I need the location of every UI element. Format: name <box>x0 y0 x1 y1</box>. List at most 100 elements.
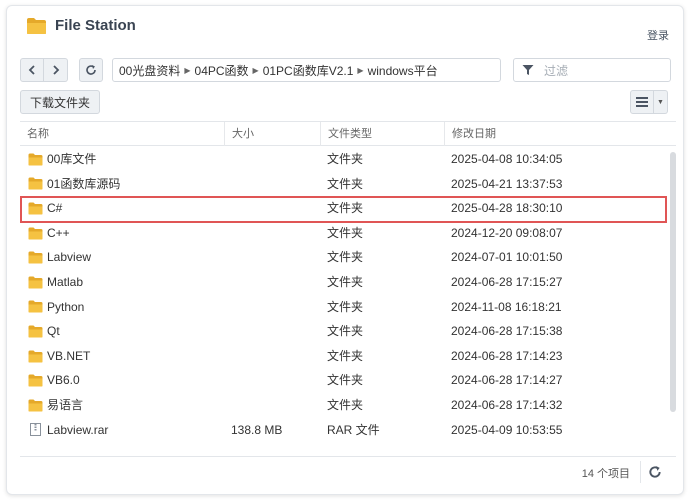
folder-icon <box>28 374 43 387</box>
forward-button[interactable] <box>44 58 68 82</box>
folder-icon <box>28 177 43 190</box>
title-bar: File Station 登录 <box>7 6 683 46</box>
caret-down-icon: ▼ <box>657 98 664 106</box>
table-row[interactable]: 01函数库源码 文件夹 2025-04-21 13:37:53 <box>20 172 665 197</box>
file-modified: 2024-12-20 09:08:07 <box>451 225 563 240</box>
file-modified: 2024-06-28 17:15:27 <box>451 274 563 289</box>
column-header-modified[interactable]: 修改日期 <box>444 122 676 146</box>
file-modified: 2025-04-28 18:30:10 <box>451 201 563 216</box>
file-type: 文件夹 <box>327 274 364 289</box>
folder-icon <box>28 276 43 289</box>
list-view-icon <box>636 97 648 107</box>
file-name-cell: VB.NET <box>28 344 90 369</box>
file-modified: 2025-04-09 10:53:55 <box>451 422 563 437</box>
footer-divider <box>640 461 641 483</box>
file-modified: 2024-07-01 10:01:50 <box>451 250 563 265</box>
folder-icon <box>28 300 43 313</box>
file-name: C# <box>47 201 63 216</box>
file-name-cell: 易语言 <box>28 393 83 418</box>
chevron-right-icon: ▶ <box>184 65 191 75</box>
file-type: RAR 文件 <box>327 422 380 437</box>
file-modified: 2024-06-28 17:15:38 <box>451 324 563 339</box>
file-type: 文件夹 <box>327 250 364 265</box>
archive-file-icon <box>30 423 41 437</box>
file-name-cell: VB6.0 <box>28 368 80 393</box>
table-row[interactable]: VB6.0 文件夹 2024-06-28 17:14:27 <box>20 368 665 393</box>
folder-icon <box>27 18 46 34</box>
view-mode-button[interactable] <box>630 90 654 114</box>
chevron-right-icon: ▶ <box>357 65 364 75</box>
file-name: Labview <box>47 250 92 265</box>
breadcrumb: 00光盘资料 ▶ 04PC函数 ▶ 01PC函数库V2.1 ▶ windows平… <box>112 58 501 82</box>
file-type: 文件夹 <box>327 152 364 166</box>
file-modified: 2024-06-28 17:14:32 <box>451 397 563 412</box>
table-row[interactable]: Labview 文件夹 2024-07-01 10:01:50 <box>20 245 665 270</box>
file-size: 138.8 MB <box>231 422 283 437</box>
file-name-cell: 01函数库源码 <box>28 172 120 197</box>
file-name-cell: C++ <box>28 221 70 246</box>
filter-icon <box>522 65 534 75</box>
table-row[interactable]: 00库文件 文件夹 2025-04-08 10:34:05 <box>20 147 665 172</box>
status-bar: 14 个项目 <box>7 458 683 486</box>
folder-icon <box>28 325 43 338</box>
table-row[interactable]: C# 文件夹 2025-04-28 18:30:10 <box>20 196 667 223</box>
table-row[interactable]: Python 文件夹 2024-11-08 16:18:21 <box>20 295 665 320</box>
file-name: Qt <box>47 324 60 339</box>
table-row[interactable]: VB.NET 文件夹 2024-06-28 17:14:23 <box>20 344 665 369</box>
chevron-right-icon: ▶ <box>252 65 259 75</box>
file-name: Matlab <box>47 274 84 289</box>
file-name: 01函数库源码 <box>47 176 121 191</box>
view-mode-dropdown[interactable]: ▼ <box>654 90 668 114</box>
folder-icon <box>28 350 43 363</box>
table-header: 名称 大小 文件类型 修改日期 <box>20 122 676 146</box>
refresh-button[interactable] <box>79 58 103 82</box>
back-button[interactable] <box>20 58 44 82</box>
file-station-window: File Station 登录 00光盘资料 ▶ 04PC函数 ▶ 01PC函数… <box>6 5 684 495</box>
file-name-cell: Matlab <box>28 270 83 295</box>
download-folder-button[interactable]: 下载文件夹 <box>20 90 100 114</box>
action-row: 下载文件夹 ▼ <box>7 90 683 114</box>
breadcrumb-item[interactable]: windows平台 <box>368 62 438 79</box>
file-type: 文件夹 <box>327 176 364 191</box>
file-name-cell: Labview.rar <box>28 418 108 443</box>
app-title: File Station <box>55 17 136 34</box>
breadcrumb-item[interactable]: 00光盘资料 <box>119 62 180 79</box>
login-link[interactable]: 登录 <box>647 27 669 43</box>
breadcrumb-item[interactable]: 01PC函数库V2.1 <box>263 62 354 79</box>
refresh-icon <box>86 65 96 75</box>
chevron-left-icon <box>28 65 35 75</box>
chevron-right-icon <box>52 65 59 75</box>
refresh-icon[interactable] <box>648 465 662 479</box>
column-header-type[interactable]: 文件类型 <box>320 122 444 146</box>
file-modified: 2024-06-28 17:14:23 <box>451 348 563 363</box>
table-row[interactable]: Labview.rar 138.8 MB RAR 文件 2025-04-09 10:5… <box>20 418 665 443</box>
file-name-cell: Python <box>28 295 84 320</box>
file-type: 文件夹 <box>327 299 364 314</box>
file-list: 00库文件 文件夹 2025-04-08 10:34:05 01函数库源码 文件夹 202… <box>20 147 667 443</box>
file-name-cell: Labview <box>28 245 91 270</box>
folder-icon <box>28 202 43 215</box>
file-name-cell: 00库文件 <box>28 147 96 172</box>
column-header-name[interactable]: 名称 <box>20 122 224 146</box>
file-modified: 2025-04-08 10:34:05 <box>451 152 563 166</box>
folder-icon <box>28 251 43 264</box>
filter-input[interactable]: 过滤 <box>513 58 671 82</box>
file-type: 文件夹 <box>327 201 364 216</box>
file-type: 文件夹 <box>327 324 364 339</box>
table-row[interactable]: 易语言 文件夹 2024-06-28 17:14:32 <box>20 393 665 418</box>
file-name: Python <box>47 299 85 314</box>
file-name: Labview.rar <box>47 422 109 437</box>
file-modified: 2024-06-28 17:14:27 <box>451 373 563 388</box>
toolbar: 00光盘资料 ▶ 04PC函数 ▶ 01PC函数库V2.1 ▶ windows平… <box>7 58 683 84</box>
table-row[interactable]: Matlab 文件夹 2024-06-28 17:15:27 <box>20 270 665 295</box>
file-type: 文件夹 <box>327 348 364 363</box>
column-header-size[interactable]: 大小 <box>224 122 320 146</box>
file-name: 00库文件 <box>47 152 97 166</box>
file-name: VB.NET <box>47 348 91 363</box>
table-row[interactable]: Qt 文件夹 2024-06-28 17:15:38 <box>20 319 665 344</box>
file-name: VB6.0 <box>47 373 80 388</box>
vertical-scrollbar[interactable] <box>670 152 676 412</box>
file-name-cell: C# <box>28 196 62 221</box>
breadcrumb-item[interactable]: 04PC函数 <box>195 62 249 79</box>
table-row[interactable]: C++ 文件夹 2024-12-20 09:08:07 <box>20 221 665 246</box>
